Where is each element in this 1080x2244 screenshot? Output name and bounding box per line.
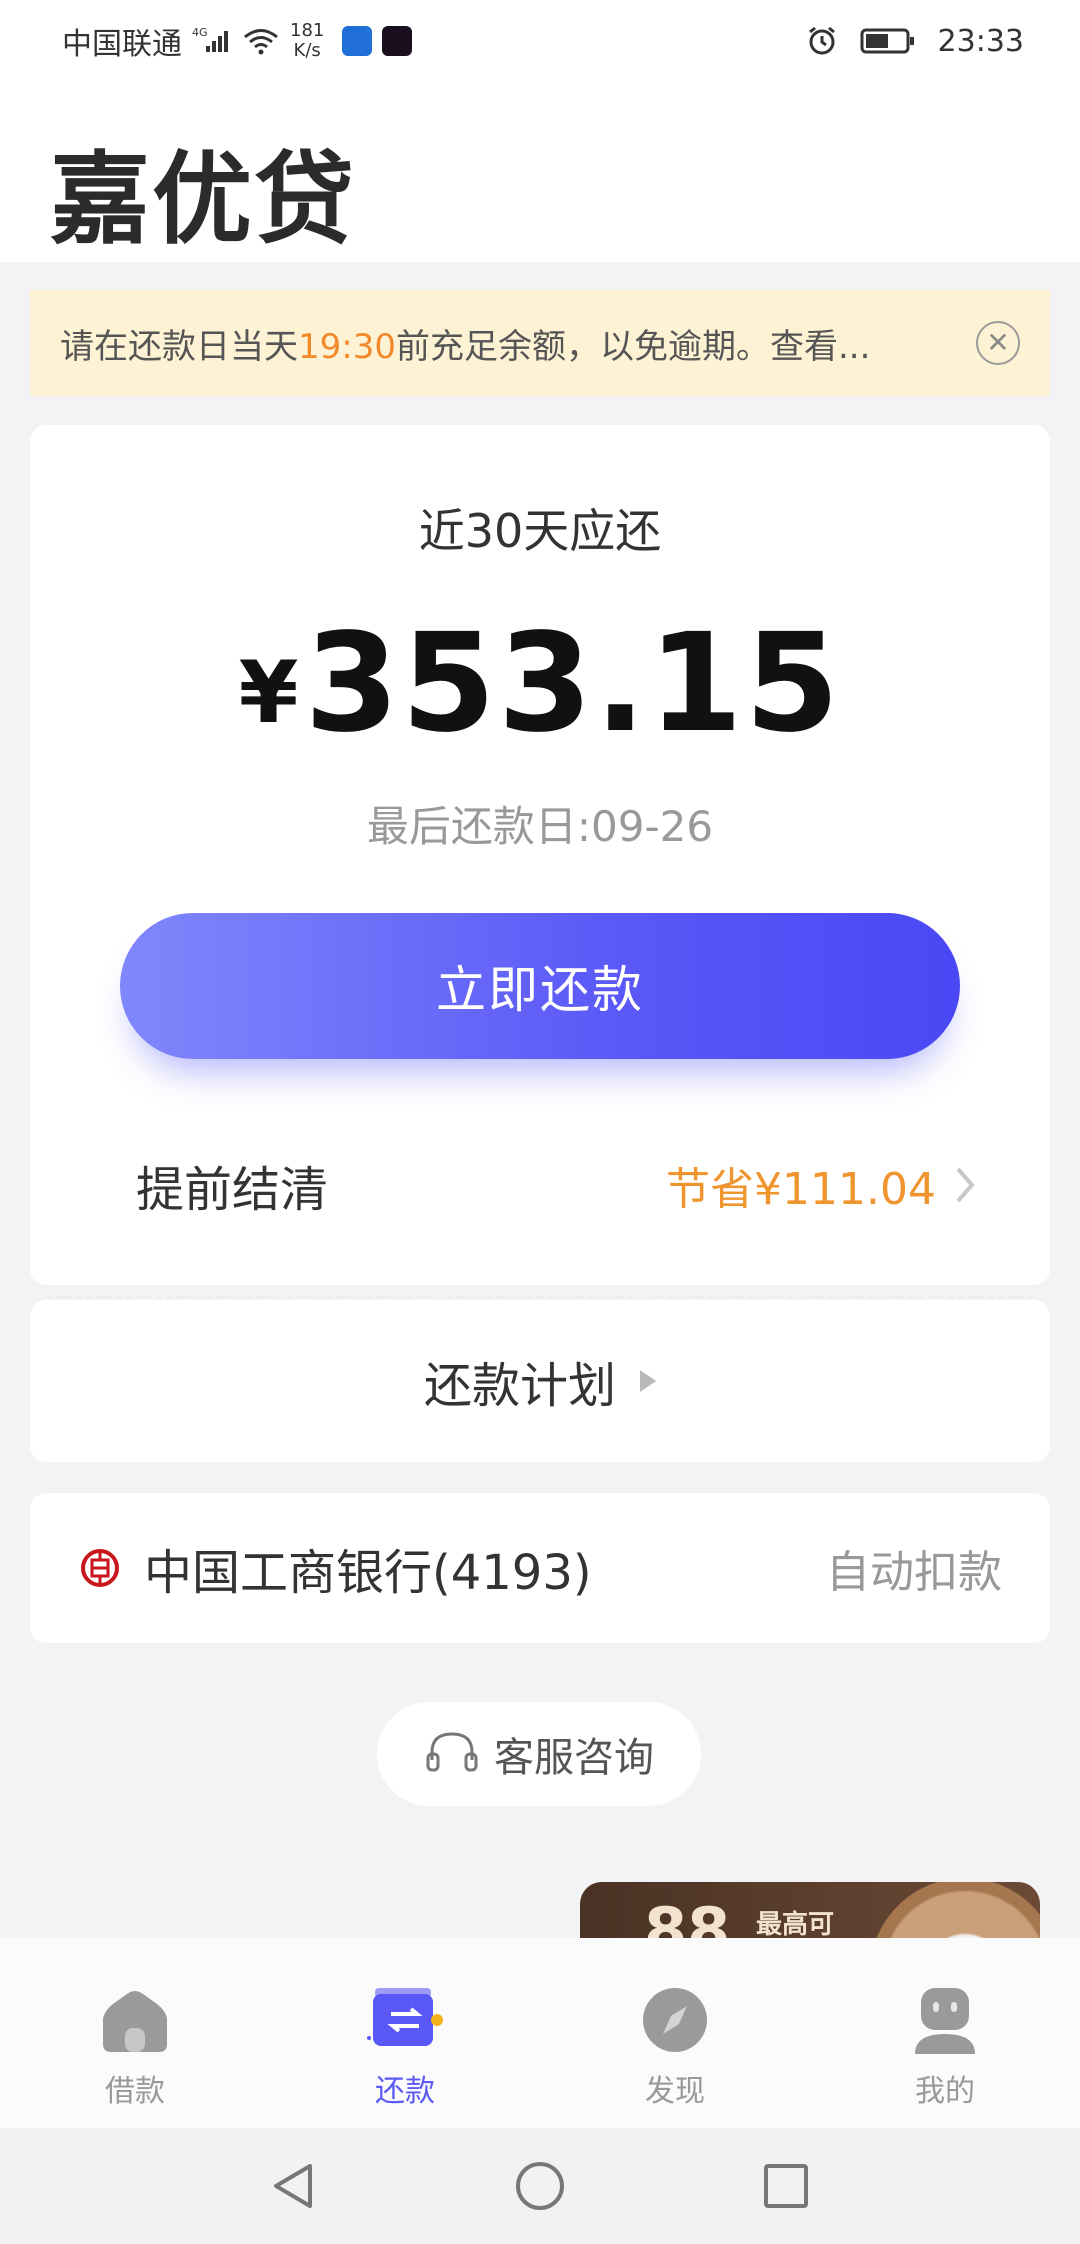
page-title: 嘉优贷 [50, 141, 356, 258]
bank-name: 中国工商银行(4193) [144, 1545, 592, 1601]
customer-service-label: 客服咨询 [494, 1735, 654, 1781]
tab-label: 我的 [915, 2074, 975, 2109]
status-right: 23:33 [806, 24, 1024, 59]
tab-mine[interactable]: 我的 [810, 1938, 1080, 2128]
signal-icon: 4G [192, 26, 232, 56]
net-speed: 181 K/s [290, 21, 324, 61]
tab-discover[interactable]: 发现 [540, 1938, 810, 2128]
repay-now-button[interactable]: 立即还款 [120, 913, 960, 1059]
net-speed-unit: K/s [293, 40, 321, 61]
notice-highlight-time: 19:30 [298, 326, 396, 367]
repayment-notice-banner[interactable]: 请在还款日当天19:30前充足余额，以免逾期。查看... ✕ [30, 290, 1050, 396]
bank-card-row[interactable]: 中国工商银行(4193) 自动扣款 [30, 1493, 1050, 1643]
house-icon [97, 1982, 173, 2058]
early-settlement-savings: 节省¥111.04 [666, 1164, 936, 1215]
last-repayment-date: 最后还款日:09-26 [366, 802, 714, 851]
back-icon[interactable] [266, 2158, 322, 2214]
carrier-label: 中国联通 [62, 27, 182, 62]
promo-caption: 最高可 [756, 1910, 835, 1940]
auto-debit-label: 自动扣款 [826, 1547, 1002, 1598]
shield-app-icon [342, 26, 373, 56]
amount-value: 353.15 [304, 605, 842, 763]
status-bar: 中国联通 4G 181 K/s 23:33 [0, 0, 1080, 82]
page-root: 中国联通 4G 181 K/s 23:33 嘉优贷 请在还款日当天19:30前充… [0, 0, 1080, 2244]
due-label: 近30天应还 [418, 504, 662, 558]
clock-time: 23:33 [937, 23, 1024, 59]
early-settlement-label: 提前结清 [136, 1162, 329, 1218]
svg-text:4G: 4G [192, 26, 208, 39]
status-left: 中国联通 4G 181 K/s [62, 19, 413, 63]
repayment-summary-card: 近30天应还 ¥353.15 最后还款日:09-26 立即还款 提前结清 节省¥… [30, 425, 1050, 1285]
repayment-plan-row[interactable]: 还款计划 [30, 1300, 1050, 1462]
notice-text-after: 前充足余额，以免逾期。查看... [395, 326, 871, 367]
repay-card-icon [367, 1982, 443, 2058]
icbc-logo-icon [80, 1548, 120, 1588]
app-header: 嘉优贷 [0, 82, 1080, 262]
notice-text-before: 请在还款日当天 [60, 326, 298, 367]
system-navigation-bar [0, 2128, 1080, 2244]
headset-icon [424, 1730, 480, 1778]
profile-icon [907, 1982, 983, 2058]
triangle-right-icon [640, 1370, 656, 1392]
dashed-divider [46, 1296, 1034, 1298]
early-settlement-row[interactable]: 提前结清 节省¥111.04 [136, 1145, 976, 1225]
tab-borrow[interactable]: 借款 [0, 1938, 270, 2128]
alarm-icon [806, 25, 838, 57]
bottom-tab-bar: 借款 还款 发现 我的 [0, 1938, 1080, 2128]
net-speed-value: 181 [290, 20, 325, 41]
wifi-icon [242, 26, 280, 56]
tab-label: 发现 [645, 2074, 705, 2109]
compass-icon [637, 1982, 713, 2058]
tiktok-app-icon [382, 26, 413, 56]
tab-repay[interactable]: 还款 [270, 1938, 540, 2128]
close-icon[interactable]: ✕ [976, 321, 1020, 365]
currency-symbol: ¥ [238, 643, 299, 743]
repayment-plan-label: 还款计划 [423, 1358, 616, 1414]
battery-icon [860, 27, 916, 55]
due-amount: ¥353.15 [30, 605, 1050, 763]
tab-label: 还款 [375, 2074, 435, 2109]
customer-service-button[interactable]: 客服咨询 [377, 1702, 701, 1806]
notice-text: 请在还款日当天19:30前充足余额，以免逾期。查看... [60, 319, 870, 368]
tab-label: 借款 [105, 2074, 165, 2109]
recents-square-icon[interactable] [758, 2158, 814, 2214]
chevron-right-icon [954, 1165, 976, 1205]
home-circle-icon[interactable] [512, 2158, 568, 2214]
